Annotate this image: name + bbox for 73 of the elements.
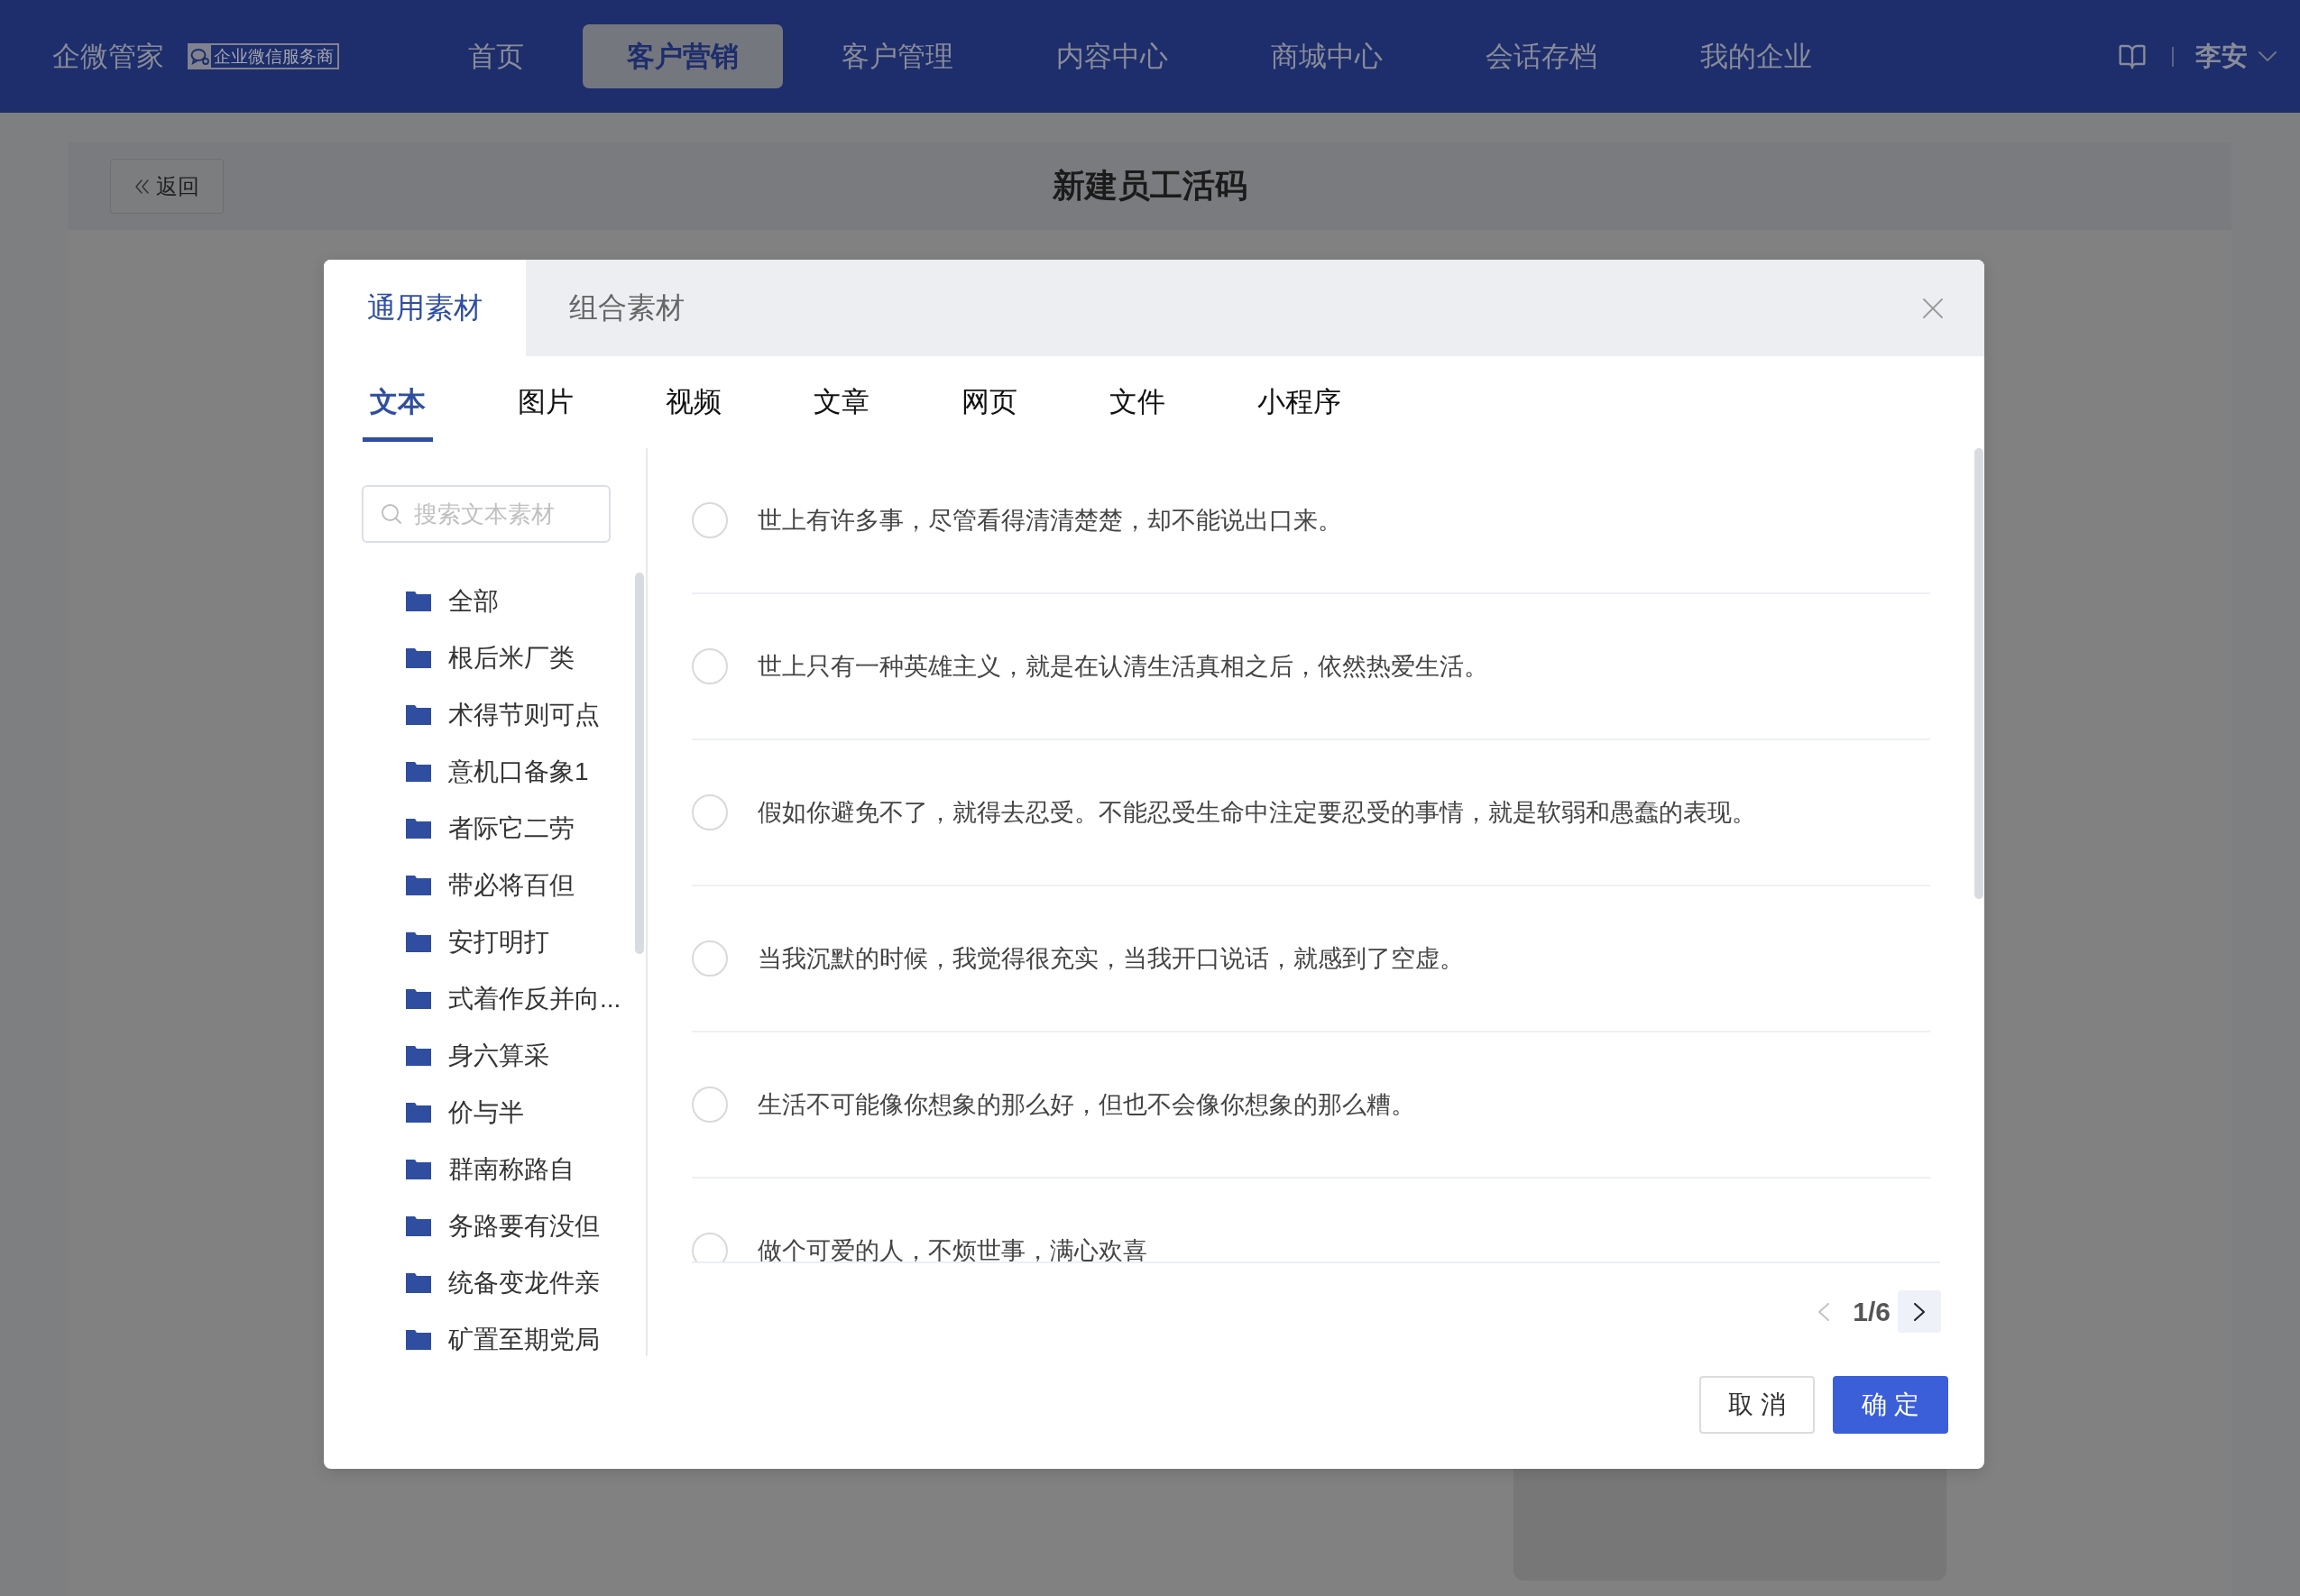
folder-item[interactable]: 式着作反并向...	[406, 970, 635, 1027]
chevron-right-icon	[1914, 1302, 1925, 1321]
folder-icon	[406, 1272, 431, 1293]
type-tab[interactable]: 图片	[511, 367, 581, 442]
type-tab[interactable]: 文本	[363, 367, 433, 442]
radio-button[interactable]	[692, 794, 728, 830]
type-tab[interactable]: 文件	[1102, 367, 1173, 442]
scrollbar-thumb[interactable]	[635, 573, 644, 954]
folder-item[interactable]: 意机口备象1	[406, 743, 635, 800]
folder-item[interactable]: 根后米厂类	[406, 629, 635, 686]
folder-icon	[406, 761, 431, 782]
close-icon	[1923, 298, 1943, 318]
material-text: 世上只有一种英雄主义，就是在认清生活真相之后，依然热爱生活。	[758, 652, 1488, 682]
nav-tab[interactable]: 首页	[424, 24, 568, 88]
folder-item[interactable]: 安打明打	[406, 913, 635, 970]
close-button[interactable]	[1923, 298, 1943, 318]
scrollbar-thumb[interactable]	[1974, 448, 1983, 899]
folder-item[interactable]: 务路要有没但	[406, 1197, 635, 1254]
radio-button[interactable]	[692, 1087, 728, 1123]
type-tab[interactable]: 网页	[954, 367, 1025, 442]
radio-button[interactable]	[692, 940, 728, 977]
folder-icon	[406, 875, 431, 895]
nav-tab[interactable]: 客户管理	[797, 24, 998, 88]
folder-icon	[406, 1215, 431, 1236]
double-chevron-icon	[134, 179, 149, 194]
folder-item[interactable]: 统备变龙件亲	[406, 1254, 635, 1311]
chevron-left-icon	[1818, 1302, 1830, 1321]
radio-button[interactable]	[692, 502, 728, 538]
type-tab[interactable]: 小程序	[1250, 367, 1348, 442]
folder-icon	[406, 1329, 431, 1350]
badge-text: 企业微信服务商	[214, 48, 334, 65]
folder-icon	[406, 1045, 431, 1066]
folder-item[interactable]: 带必将百但	[406, 857, 635, 913]
material-text: 生活不可能像你想象的那么好，但也不会像你想象的那么糟。	[758, 1090, 1415, 1120]
back-button[interactable]: 返回	[110, 159, 224, 214]
folder-item[interactable]: 价与半	[406, 1084, 635, 1141]
folder-item[interactable]: 者际它二劳	[406, 800, 635, 857]
nav-tab[interactable]: 会话存档	[1441, 24, 1642, 88]
logo-text: 企微管家	[52, 39, 164, 74]
search-icon	[382, 504, 401, 524]
caret-icon	[2259, 51, 2277, 61]
user-menu-button[interactable]: 李安	[2195, 38, 2277, 75]
material-text: 当我沉默的时候，我觉得很充实，当我开口说话，就感到了空虚。	[758, 944, 1464, 974]
radio-button[interactable]	[692, 648, 728, 684]
folder-item[interactable]: 全部	[406, 573, 635, 629]
folder-icon	[406, 1159, 431, 1179]
nav-tab[interactable]: 内容中心	[1012, 24, 1212, 88]
folder-item[interactable]: 群南称路自	[406, 1141, 635, 1197]
folder-item[interactable]: 术得节则可点	[406, 686, 635, 743]
page-indicator: 1/6	[1853, 1296, 1891, 1327]
folder-icon	[406, 818, 431, 839]
folder-icon	[406, 1102, 431, 1123]
radio-button[interactable]	[692, 1233, 728, 1261]
type-tab[interactable]: 视频	[658, 367, 729, 442]
material-tab[interactable]: 组合素材	[526, 260, 728, 356]
folder-item[interactable]: 身六算采	[406, 1027, 635, 1084]
type-tab[interactable]: 文章	[806, 367, 877, 442]
folder-icon	[406, 988, 431, 1009]
nav-tab[interactable]: 我的企业	[1656, 24, 1856, 88]
folder-icon	[406, 931, 431, 952]
page-title: 新建员工活码	[1052, 166, 1247, 206]
folder-item[interactable]: 矿置至期党局	[406, 1311, 635, 1356]
folder-icon	[406, 647, 431, 668]
folder-icon	[406, 704, 431, 725]
material-text: 假如你避免不了，就得去忍受。不能忍受生命中注定要忍受的事情，就是软弱和愚蠢的表现。	[758, 798, 1756, 828]
material-tab[interactable]: 通用素材	[324, 260, 526, 356]
nav-tab[interactable]: 商城中心	[1227, 24, 1427, 88]
material-text: 世上有许多事，尽管看得清清楚楚，却不能说出口来。	[758, 506, 1342, 536]
confirm-button[interactable]: 确 定	[1833, 1376, 1948, 1434]
search-field[interactable]: 搜索文本素材	[362, 485, 611, 543]
next-page-button[interactable]	[1898, 1290, 1941, 1333]
folder-icon	[406, 591, 431, 611]
cancel-button[interactable]: 取 消	[1699, 1376, 1815, 1434]
